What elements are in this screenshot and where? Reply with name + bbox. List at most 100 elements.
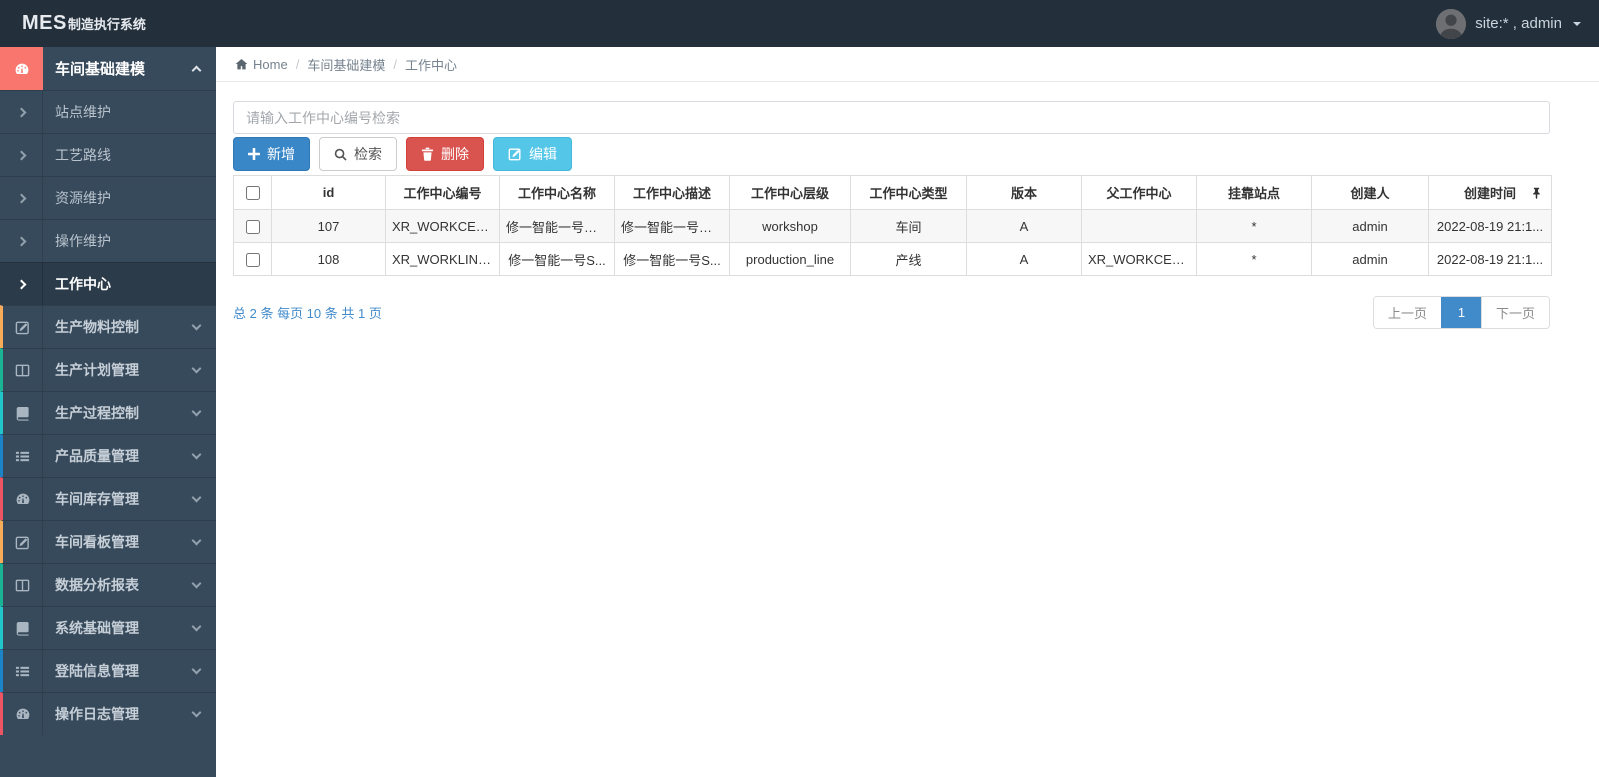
chevron-down-icon xyxy=(191,406,202,416)
edit-button-label: 编辑 xyxy=(529,146,557,162)
sidebar-item-label: 生产计划管理 xyxy=(55,362,139,378)
chevron-down-icon xyxy=(191,492,202,502)
sidebar-item-label: 资源维护 xyxy=(55,190,111,206)
chevron-right-icon xyxy=(0,263,43,305)
edit-icon xyxy=(3,521,43,563)
row-checkbox[interactable] xyxy=(245,252,260,267)
column-header-工作中心层级: 工作中心层级 xyxy=(729,175,851,210)
pin-icon xyxy=(1531,187,1542,199)
next-page-button[interactable]: 下一页 xyxy=(1480,297,1549,328)
user-label: site:* , admin xyxy=(1475,15,1562,32)
sidebar-item-生产计划管理[interactable]: 生产计划管理 xyxy=(0,348,216,391)
sidebar-item-生产过程控制[interactable]: 生产过程控制 xyxy=(0,391,216,434)
sidebar-item-车间基础建模[interactable]: 车间基础建模 xyxy=(0,47,216,90)
trash-icon xyxy=(421,147,434,161)
add-button-label: 新增 xyxy=(267,146,295,162)
logo-text-cn: 制造执行系统 xyxy=(67,17,146,32)
chevron-right-icon xyxy=(0,134,43,176)
sidebar-item-label: 生产物料控制 xyxy=(55,319,139,335)
sidebar-item-操作维护[interactable]: 操作维护 xyxy=(0,219,216,262)
sidebar-item-生产物料控制[interactable]: 生产物料控制 xyxy=(0,305,216,348)
select-all-header xyxy=(233,175,272,210)
prev-page-button[interactable]: 上一页 xyxy=(1373,297,1441,328)
table-cell: 2022-08-19 21:1... xyxy=(1428,209,1552,243)
table-cell: admin xyxy=(1311,209,1429,243)
book-icon xyxy=(3,392,43,434)
sidebar-item-label: 车间基础建模 xyxy=(55,61,146,78)
breadcrumb-separator: / xyxy=(393,56,397,72)
chevron-down-icon xyxy=(191,320,202,330)
app-logo: MES 制造执行系统 xyxy=(22,12,146,35)
table-cell: 108 xyxy=(271,242,386,276)
sidebar-item-站点维护[interactable]: 站点维护 xyxy=(0,90,216,133)
table-cell: 修一智能一号S... xyxy=(614,242,730,276)
chevron-right-icon xyxy=(0,220,43,262)
table-cell: admin xyxy=(1311,242,1429,276)
top-navbar: MES 制造执行系统 site:* , admin xyxy=(0,0,1599,47)
sidebar-item-label: 工艺路线 xyxy=(55,147,111,163)
search-input[interactable] xyxy=(233,101,1550,134)
main-panel: Home / 车间基础建模 / 工作中心 新增 检索 xyxy=(216,47,1599,777)
search-button[interactable]: 检索 xyxy=(319,137,397,171)
table-cell: workshop xyxy=(729,209,851,243)
table-cell xyxy=(1081,209,1197,243)
sidebar-item-系统基础管理[interactable]: 系统基础管理 xyxy=(0,606,216,649)
chevron-down-icon xyxy=(191,449,202,459)
sidebar-item-label: 工作中心 xyxy=(55,276,111,292)
sidebar-item-label: 生产过程控制 xyxy=(55,405,139,421)
sidebar-menu: 车间基础建模站点维护工艺路线资源维护操作维护工作中心生产物料控制 生产计划管理 生产… xyxy=(0,47,216,735)
breadcrumb-current: 工作中心 xyxy=(404,57,457,73)
chevron-down-icon xyxy=(191,707,202,717)
user-menu[interactable]: site:* , admin xyxy=(1436,8,1581,39)
table-head: id 工作中心编号 工作中心名称 工作中心描述 工作中心层级 工作中心类型 版本 父工作中心挂… xyxy=(233,175,1552,210)
chevron-down-icon xyxy=(191,578,202,588)
sidebar-item-资源维护[interactable]: 资源维护 xyxy=(0,176,216,219)
breadcrumb-module[interactable]: 车间基础建模 xyxy=(307,55,385,74)
pager: 上一页 1 下一页 xyxy=(1372,296,1550,329)
chevron-down-icon xyxy=(191,535,202,545)
sidebar-item-车间库存管理[interactable]: 车间库存管理 xyxy=(0,477,216,520)
chevron-up-icon xyxy=(191,65,202,76)
dashboard-icon xyxy=(0,47,43,90)
dashboard-icon xyxy=(3,478,43,520)
table-cell: production_line xyxy=(729,242,851,276)
breadcrumb: Home / 车间基础建模 / 工作中心 xyxy=(216,47,1599,82)
column-header-工作中心编号: 工作中心编号 xyxy=(385,175,500,210)
sidebar-item-工作中心[interactable]: 工作中心 xyxy=(0,262,216,305)
search-icon xyxy=(334,148,347,161)
select-all-checkbox[interactable] xyxy=(245,186,260,201)
column-header-创建时间: 创建时间 xyxy=(1428,175,1552,210)
columns-icon xyxy=(3,349,43,391)
breadcrumb-home[interactable]: Home xyxy=(253,57,288,72)
delete-button[interactable]: 删除 xyxy=(406,137,484,171)
search-button-label: 检索 xyxy=(354,146,382,162)
table-cell: 107 xyxy=(271,209,386,243)
sidebar-item-数据分析报表[interactable]: 数据分析报表 xyxy=(0,563,216,606)
logo-text-mes: MES xyxy=(22,12,67,34)
edit-button[interactable]: 编辑 xyxy=(493,137,572,171)
add-button[interactable]: 新增 xyxy=(233,137,310,171)
table-cell: A xyxy=(966,242,1082,276)
sidebar-item-产品质量管理[interactable]: 产品质量管理 xyxy=(0,434,216,477)
column-header-挂靠站点: 挂靠站点 xyxy=(1196,175,1312,210)
table-cell: 产线 xyxy=(850,242,967,276)
sidebar-item-label: 车间库存管理 xyxy=(55,491,139,507)
page-1-button[interactable]: 1 xyxy=(1440,297,1481,328)
sidebar-item-车间看板管理[interactable]: 车间看板管理 xyxy=(0,520,216,563)
row-checkbox[interactable] xyxy=(245,219,260,234)
caret-down-icon xyxy=(1573,21,1581,26)
book-icon xyxy=(3,607,43,649)
table-cell: 2022-08-19 21:1... xyxy=(1428,242,1552,276)
table-cell: * xyxy=(1196,209,1312,243)
list-icon xyxy=(3,435,43,477)
sidebar-item-登陆信息管理[interactable]: 登陆信息管理 xyxy=(0,649,216,692)
table-cell: 修一智能一号车间 xyxy=(614,209,730,243)
sidebar-item-操作日志管理[interactable]: 操作日志管理 xyxy=(0,692,216,735)
pagination-summary: 总 2 条 每页 10 条 共 1 页 xyxy=(233,306,382,321)
table-cell: * xyxy=(1196,242,1312,276)
sidebar-item-label: 操作维护 xyxy=(55,233,111,249)
column-header-工作中心描述: 工作中心描述 xyxy=(614,175,730,210)
table-cell: XR_WORKLINE... xyxy=(385,242,500,276)
table-cell: XR_WORKCEN... xyxy=(1081,242,1197,276)
sidebar-item-工艺路线[interactable]: 工艺路线 xyxy=(0,133,216,176)
